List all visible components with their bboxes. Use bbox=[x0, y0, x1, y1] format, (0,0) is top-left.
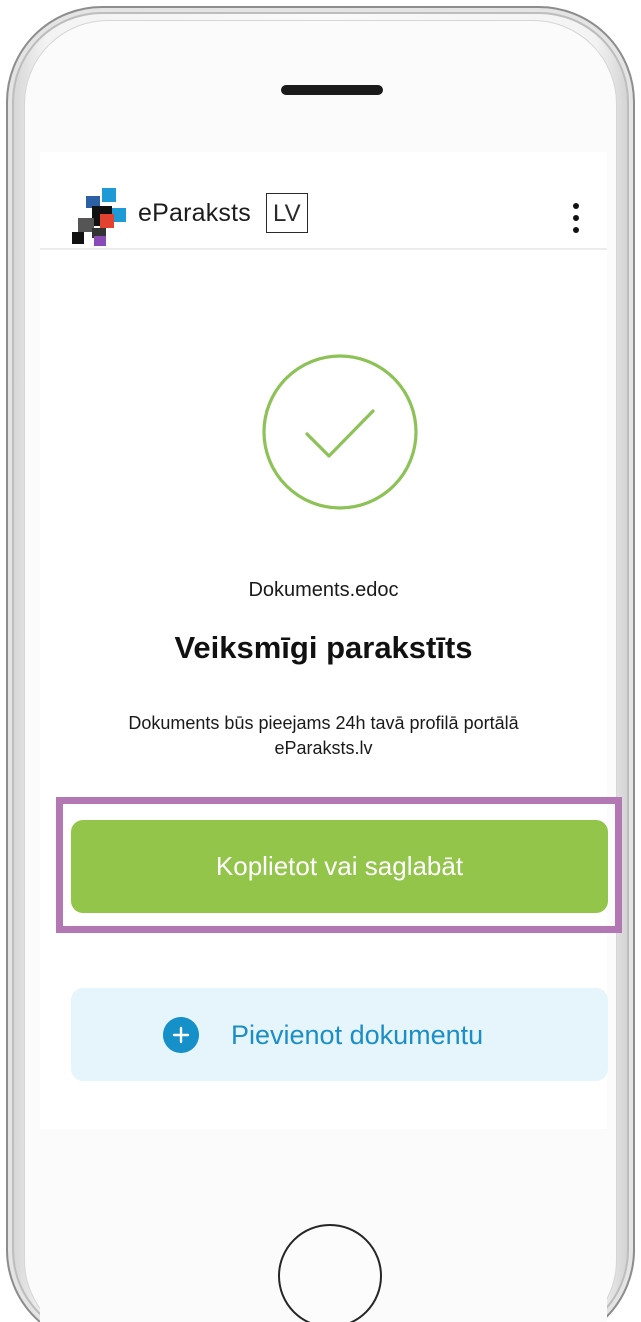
plus-circle-icon bbox=[163, 1017, 199, 1053]
check-circle-icon bbox=[262, 354, 418, 510]
phone-speaker bbox=[281, 85, 383, 95]
document-file-name: Dokuments.edoc bbox=[248, 579, 399, 601]
add-document-button[interactable]: Pievienot dokumentu bbox=[71, 988, 608, 1081]
home-button[interactable] bbox=[278, 1224, 382, 1322]
add-document-label: Pievienot dokumentu bbox=[231, 1020, 484, 1050]
success-description: Dokuments būs pieejams 24h tavā profilā … bbox=[128, 713, 519, 758]
app-screen: eParaksts LV Dokuments.edoc Veiksmīgi pa… bbox=[40, 152, 607, 1129]
success-title: Veiksmīgi parakstīts bbox=[174, 630, 473, 665]
brand-suffix-box: LV bbox=[266, 193, 308, 233]
brand-name: eParaksts bbox=[138, 199, 251, 227]
more-vertical-icon[interactable] bbox=[566, 201, 586, 235]
app-header: eParaksts LV bbox=[40, 152, 607, 250]
phone-mockup: eParaksts LV Dokuments.edoc Veiksmīgi pa… bbox=[0, 0, 641, 1322]
eparaksts-logo-icon bbox=[72, 188, 126, 246]
share-or-save-button[interactable]: Koplietot vai saglabāt bbox=[71, 820, 608, 913]
